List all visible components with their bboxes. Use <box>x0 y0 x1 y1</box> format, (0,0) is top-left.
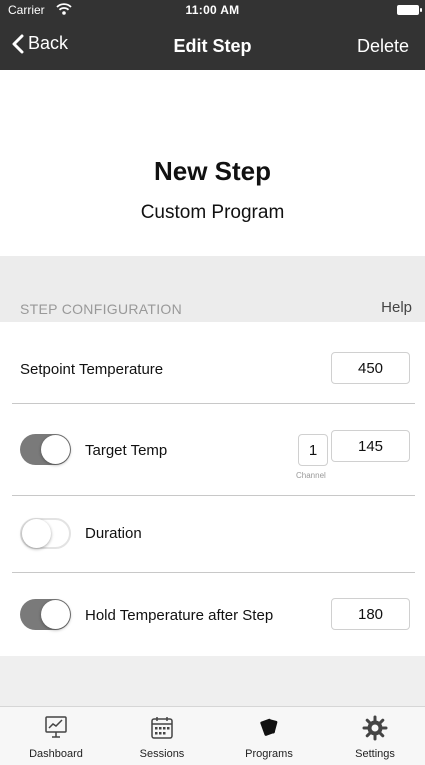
channel-input[interactable]: 1 <box>298 434 328 466</box>
hold-temp-toggle[interactable] <box>20 599 71 630</box>
cards-icon <box>260 718 278 736</box>
toggle-knob <box>41 600 70 629</box>
duration-label: Duration <box>85 525 142 542</box>
tab-dashboard[interactable]: Dashboard <box>3 707 109 765</box>
setpoint-label: Setpoint Temperature <box>20 361 164 378</box>
section-header: STEP CONFIGURATION Help <box>0 256 425 322</box>
tab-label: Sessions <box>139 748 185 760</box>
hold-temp-input[interactable]: 180 <box>331 598 410 630</box>
tab-programs[interactable]: Programs <box>216 707 322 765</box>
hold-temp-row: Hold Temperature after Step 180 <box>0 573 425 655</box>
step-name: New Step <box>153 156 272 186</box>
target-temp-row: Target Temp 1 145 Channel <box>0 409 425 496</box>
toggle-knob <box>41 435 70 464</box>
divider <box>12 403 415 404</box>
dashboard-icon <box>45 716 67 738</box>
target-temp-toggle[interactable] <box>20 434 71 465</box>
tab-label: Programs <box>245 748 293 760</box>
duration-row: Duration <box>0 491 425 573</box>
chevron-left-icon <box>12 34 24 53</box>
tab-bar: Dashboard Sessions Programs Settings <box>0 706 425 765</box>
step-header: New Step Custom Program <box>0 70 425 256</box>
tab-label: Settings <box>355 748 395 760</box>
duration-toggle[interactable] <box>20 518 71 549</box>
target-temp-label: Target Temp <box>85 442 168 459</box>
navigation-bar: Back Edit Step Delete <box>0 20 425 70</box>
setpoint-row: Setpoint Temperature 450 <box>0 322 425 404</box>
step-configuration-list: Setpoint Temperature 450 Target Temp 1 1… <box>0 322 425 656</box>
channel-caption: Channel <box>296 471 326 480</box>
help-button[interactable]: Help <box>381 299 412 316</box>
back-button[interactable]: Back <box>12 33 68 54</box>
gear-icon <box>362 715 388 741</box>
tab-label: Dashboard <box>29 748 83 760</box>
target-temp-input[interactable]: 145 <box>331 430 410 462</box>
battery-icon <box>397 5 422 15</box>
program-name: Custom Program <box>140 202 285 223</box>
hold-temp-label: Hold Temperature after Step <box>85 607 274 624</box>
clock: 11:00 AM <box>185 3 240 17</box>
back-label: Back <box>28 33 69 53</box>
tab-sessions[interactable]: Sessions <box>109 707 215 765</box>
toggle-knob <box>22 519 51 548</box>
status-bar: Carrier 11:00 AM <box>0 0 425 20</box>
calendar-icon <box>151 717 173 739</box>
tab-settings[interactable]: Settings <box>322 707 425 765</box>
delete-button[interactable]: Delete <box>357 36 409 57</box>
section-title: STEP CONFIGURATION <box>20 301 183 317</box>
setpoint-input[interactable]: 450 <box>331 352 410 384</box>
